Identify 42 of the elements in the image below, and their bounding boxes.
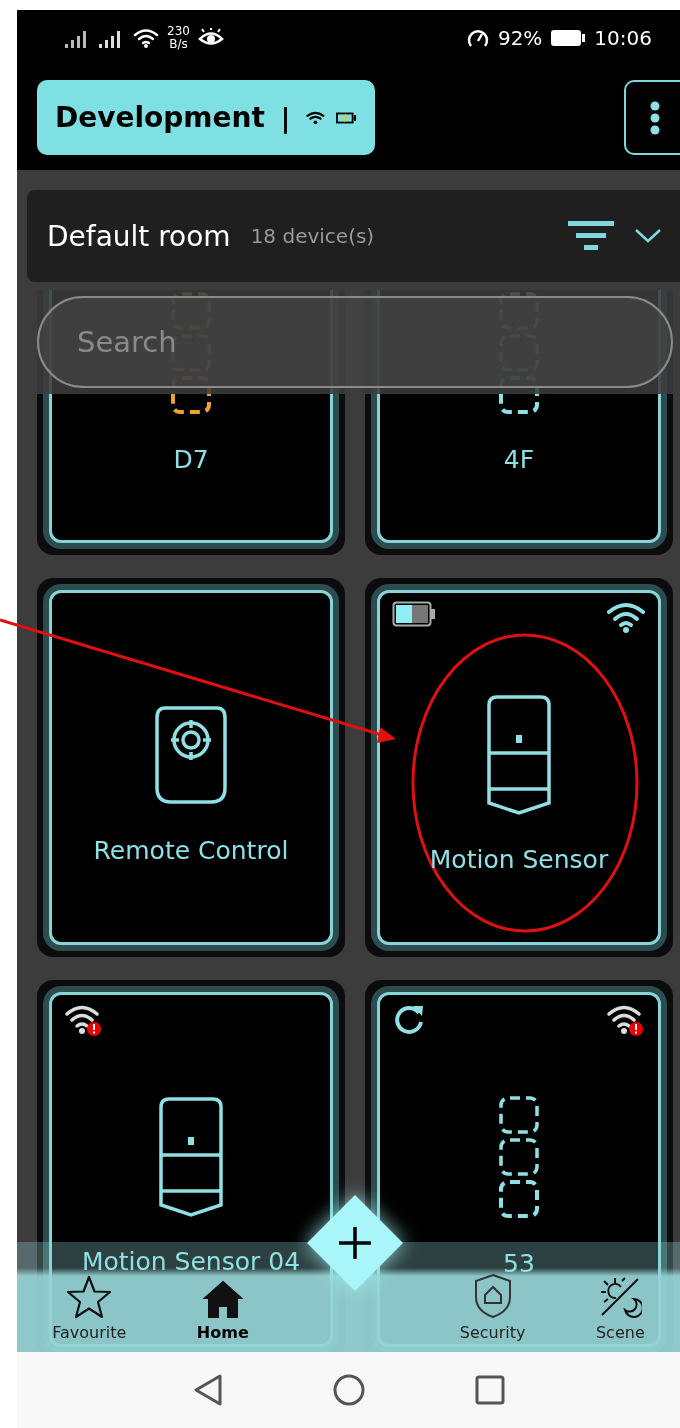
plus-icon	[337, 1225, 373, 1261]
home-icon	[202, 1279, 243, 1319]
more-menu-button[interactable]	[624, 80, 680, 155]
battery-percentage: 92%	[497, 25, 543, 50]
device-tile[interactable]: Motion Sensor	[365, 578, 673, 957]
device-name: D7	[173, 445, 209, 474]
nav-tab[interactable]: Scene	[595, 1275, 645, 1342]
chevron-down-icon[interactable]	[634, 228, 662, 244]
speed-unit: B/s	[169, 37, 188, 51]
room-name: Default room	[47, 219, 231, 253]
device-name: 4F	[503, 445, 535, 474]
device-tile[interactable]: Remote Control	[37, 578, 345, 957]
hub-name: Development	[55, 101, 265, 134]
home-circle-icon[interactable]	[332, 1374, 365, 1406]
wifi-icon	[133, 26, 159, 49]
device-name: Motion Sensor 04	[81, 1247, 301, 1276]
shield-house-icon	[472, 1273, 513, 1319]
clock-time: 10:06	[594, 25, 652, 50]
star-icon	[66, 1275, 113, 1319]
device-count: 18 device(s)	[250, 224, 375, 248]
recents-icon[interactable]	[474, 1375, 505, 1405]
nav-tab[interactable]: Favourite	[52, 1275, 127, 1342]
sun-moon-icon	[598, 1275, 643, 1319]
network-speed: 230	[167, 24, 190, 38]
room-bar[interactable]: Default room 18 device(s)	[27, 190, 680, 282]
search-field[interactable]: Search	[37, 296, 673, 388]
eye-icon	[197, 27, 224, 48]
hub-name-badge[interactable]: Development |	[37, 80, 375, 155]
wifi-warning-icon	[64, 1003, 104, 1037]
refresh-icon[interactable]	[392, 1003, 426, 1037]
nav-tab[interactable]: Home	[196, 1279, 249, 1342]
separator: |	[280, 102, 291, 133]
device-name: Motion Sensor	[429, 845, 609, 874]
wifi-icon	[606, 601, 646, 633]
back-icon[interactable]	[192, 1373, 223, 1407]
more-icon	[650, 100, 660, 135]
device-icon	[498, 1095, 540, 1219]
filter-icon[interactable]	[568, 221, 614, 251]
add-button[interactable]	[305, 1193, 405, 1293]
device-name: Remote Control	[93, 836, 289, 865]
battery-icon	[550, 27, 587, 48]
wifi-warning-icon	[606, 1003, 646, 1037]
